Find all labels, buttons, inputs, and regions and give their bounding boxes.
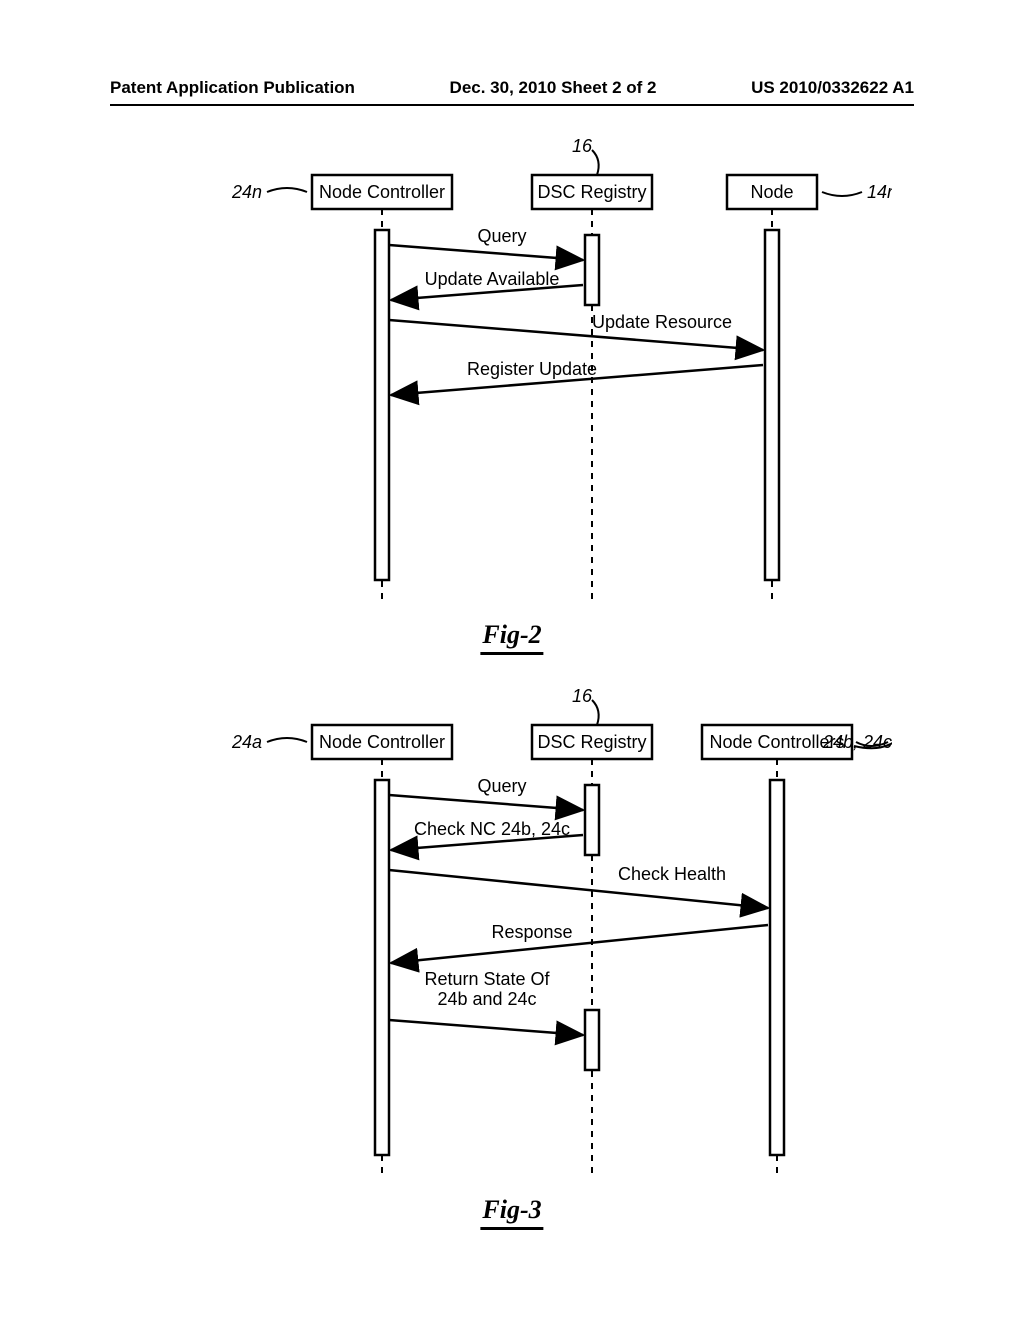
header-rule bbox=[110, 104, 914, 106]
msg-query: Query bbox=[477, 226, 526, 246]
figure-3-caption: Fig-3 bbox=[480, 1195, 543, 1230]
msg-register-update: Register Update bbox=[467, 359, 597, 379]
figure-3: 16 Node Controller DSC Registry Node Con… bbox=[132, 680, 892, 1190]
participant3-0-label: Node Controller bbox=[319, 732, 445, 752]
ref-16b: 16 bbox=[572, 686, 593, 706]
msg3-check-health: Check Health bbox=[618, 864, 726, 884]
msg3-query: Query bbox=[477, 776, 526, 796]
participant-2-ref: 14n bbox=[867, 182, 892, 202]
participant3-0-ref: 24a bbox=[231, 732, 262, 752]
msg3-return-state-l2: 24b and 24c bbox=[437, 989, 536, 1009]
participant-1-label: DSC Registry bbox=[537, 182, 646, 202]
msg3-check-nc: Check NC 24b, 24c bbox=[414, 819, 570, 839]
participant3-1-label: DSC Registry bbox=[537, 732, 646, 752]
header-left: Patent Application Publication bbox=[110, 78, 355, 98]
figure-2-caption: Fig-2 bbox=[480, 620, 543, 655]
msg-update-available: Update Available bbox=[425, 269, 560, 289]
participant-0-ref: 24n bbox=[231, 182, 262, 202]
msg3-return-state-l1: Return State Of bbox=[424, 969, 550, 989]
msg-update-resource: Update Resource bbox=[592, 312, 732, 332]
ref-16: 16 bbox=[572, 136, 593, 156]
header-center: Dec. 30, 2010 Sheet 2 of 2 bbox=[450, 78, 657, 98]
header-right: US 2010/0332622 A1 bbox=[751, 78, 914, 98]
figure-2: 16 Node Controller DSC Registry Node 24n… bbox=[132, 130, 892, 615]
participant-2-label: Node bbox=[750, 182, 793, 202]
participant-0-label: Node Controller bbox=[319, 182, 445, 202]
page-header: Patent Application Publication Dec. 30, … bbox=[110, 78, 914, 98]
msg3-response: Response bbox=[491, 922, 572, 942]
